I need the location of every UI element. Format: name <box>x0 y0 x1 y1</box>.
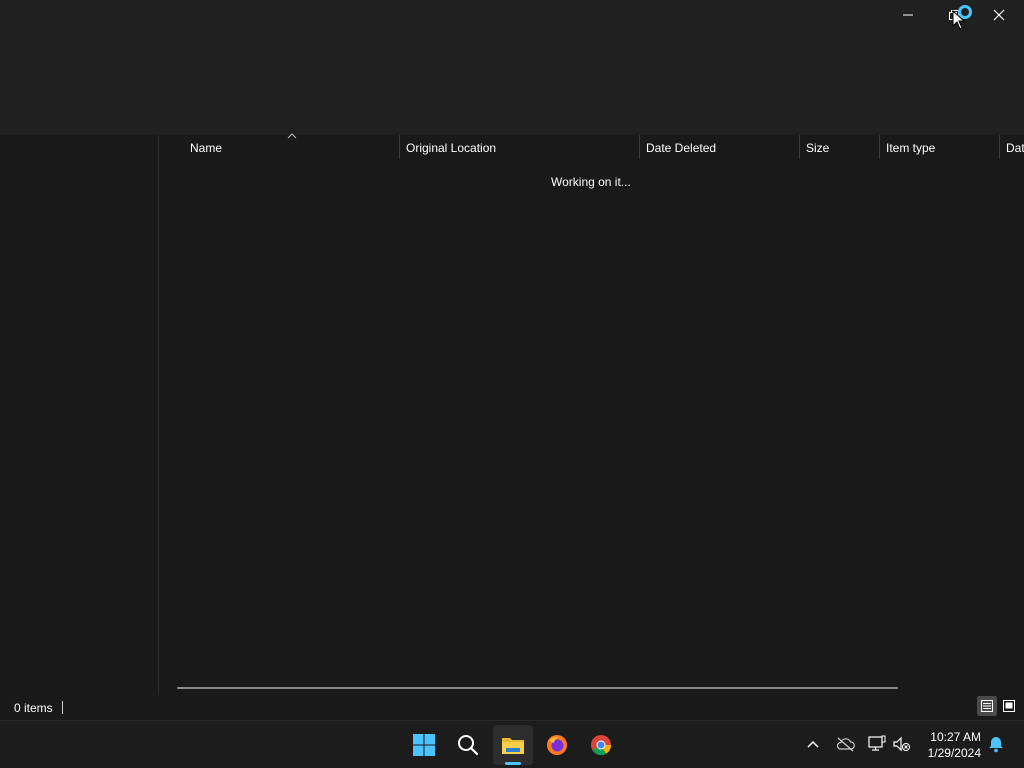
column-date-deleted-label: Date Deleted <box>646 141 717 155</box>
column-date-deleted[interactable]: Date Deleted <box>646 135 796 161</box>
clock-date: 1/29/2024 <box>927 746 981 760</box>
mouse-cursor-icon <box>952 10 966 30</box>
column-divider[interactable] <box>879 135 880 159</box>
status-divider <box>62 701 63 714</box>
cloud-offline-icon <box>836 737 855 752</box>
column-item-type[interactable]: Item type <box>886 135 996 161</box>
column-size[interactable]: Size <box>806 135 876 161</box>
start-button[interactable] <box>404 725 444 765</box>
horizontal-scrollbar[interactable] <box>177 687 898 689</box>
chevron-up-icon <box>807 740 819 748</box>
file-explorer-icon <box>502 738 524 754</box>
large-icons-view-button[interactable] <box>999 696 1019 716</box>
minimize-button[interactable] <box>885 0 931 30</box>
chrome-icon <box>591 735 612 756</box>
chrome-taskbar-button[interactable] <box>581 725 621 765</box>
column-divider[interactable] <box>799 135 800 159</box>
bell-icon <box>989 737 1003 753</box>
loading-message: Working on it... <box>551 175 631 189</box>
column-name-label: Name <box>190 141 223 155</box>
item-count: 0 items <box>14 701 53 715</box>
title-toolbar-area <box>0 0 1024 135</box>
details-view-icon <box>981 700 993 712</box>
start-icon <box>413 734 435 756</box>
navigation-pane[interactable] <box>0 135 159 695</box>
file-explorer-taskbar-button[interactable] <box>493 725 533 765</box>
close-button[interactable] <box>976 0 1022 30</box>
close-icon <box>993 9 1005 21</box>
clock-time: 10:27 AM <box>930 730 981 744</box>
status-bar: 0 items <box>0 696 1024 720</box>
column-item-type-label: Item type <box>886 141 936 155</box>
volume-tray-button[interactable] <box>891 733 913 755</box>
network-tray-button[interactable] <box>866 733 888 755</box>
show-hidden-icons-button[interactable] <box>802 733 824 755</box>
details-view-button[interactable] <box>977 696 997 716</box>
network-icon <box>868 735 886 751</box>
search-button[interactable] <box>448 725 488 765</box>
column-size-label: Size <box>806 141 830 155</box>
volume-muted-icon <box>893 736 910 752</box>
active-app-indicator <box>505 762 521 765</box>
sort-ascending-icon <box>287 133 297 139</box>
column-date-partial-label: Dat <box>1006 141 1024 155</box>
column-divider[interactable] <box>399 135 400 159</box>
notifications-button[interactable] <box>985 733 1007 755</box>
taskbar: 10:27 AM 1/29/2024 <box>0 720 1024 768</box>
column-divider[interactable] <box>999 135 1000 159</box>
firefox-taskbar-button[interactable] <box>537 725 577 765</box>
firefox-icon <box>547 735 567 755</box>
column-date-partial[interactable]: Dat <box>1006 135 1024 161</box>
search-icon <box>458 735 479 756</box>
system-clock[interactable]: 10:27 AM 1/29/2024 <box>928 729 981 761</box>
column-header: Name Original Location Date Deleted Size… <box>159 133 1024 161</box>
column-original-location[interactable]: Original Location <box>406 135 636 161</box>
onedrive-tray-button[interactable] <box>834 733 856 755</box>
column-original-location-label: Original Location <box>406 141 497 155</box>
column-divider[interactable] <box>639 135 640 159</box>
large-icons-view-icon <box>1003 700 1015 712</box>
minimize-icon <box>903 14 913 16</box>
